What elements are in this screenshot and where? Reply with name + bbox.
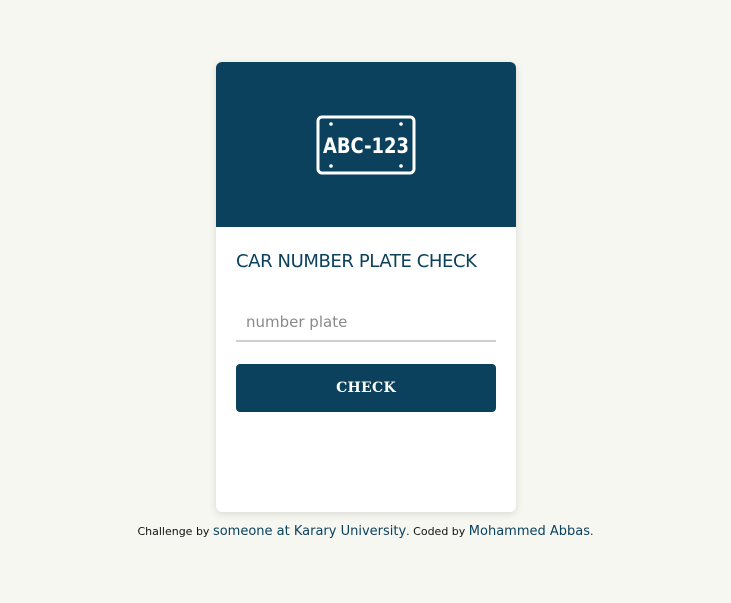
challenge-prefix: Challenge by bbox=[137, 525, 210, 538]
card-body: CAR NUMBER PLATE CHECK CHECK bbox=[216, 227, 516, 412]
plate-check-card: ABC-123 CAR NUMBER PLATE CHECK CHECK bbox=[216, 62, 516, 512]
license-plate-icon: ABC-123 bbox=[316, 115, 416, 174]
footer-attribution: Challenge by someone at Karary Universit… bbox=[0, 524, 731, 539]
author-link[interactable]: Mohammed Abbas bbox=[469, 524, 590, 539]
card-header: ABC-123 bbox=[216, 62, 516, 227]
number-plate-input[interactable] bbox=[236, 304, 496, 342]
plate-text: ABC-123 bbox=[323, 134, 409, 158]
check-button[interactable]: CHECK bbox=[236, 364, 496, 412]
coded-prefix: . Coded by bbox=[406, 525, 466, 538]
challenge-link[interactable]: someone at Karary University bbox=[213, 524, 406, 539]
footer-suffix: . bbox=[590, 525, 594, 538]
page-title: CAR NUMBER PLATE CHECK bbox=[236, 251, 477, 272]
